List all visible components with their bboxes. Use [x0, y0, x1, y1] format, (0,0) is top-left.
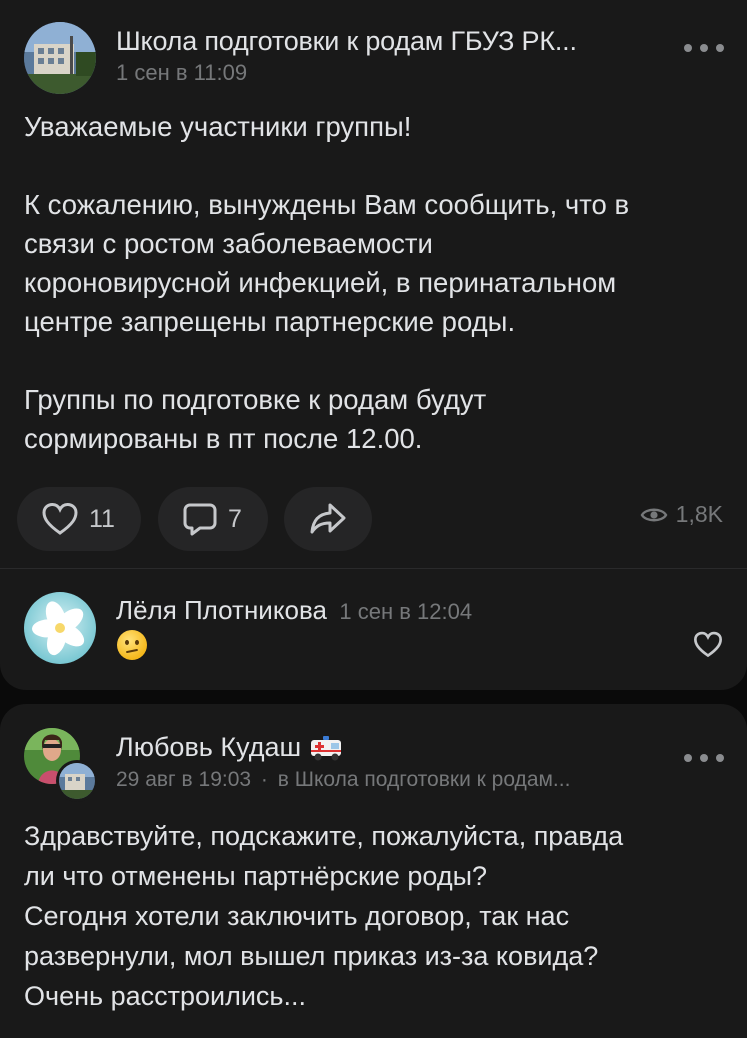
- post2-author[interactable]: Любовь Кудаш: [116, 732, 301, 763]
- post-line: центре запрещены партнерские роды.: [24, 306, 516, 337]
- eye-icon: [640, 508, 668, 521]
- post2-timestamp[interactable]: 29 авг в 19:03: [116, 768, 251, 791]
- post2-source[interactable]: в Школа подготовки к родам...: [278, 768, 571, 791]
- post2-line: Здравствуйте, подскажите, пожалуйста, пр…: [24, 821, 624, 851]
- post-line: Группы по подготовке к родам будут: [24, 384, 487, 415]
- share-button[interactable]: [284, 487, 372, 551]
- post-greeting: Уважаемые участники группы!: [24, 111, 412, 142]
- like-button[interactable]: 11: [17, 487, 141, 551]
- post2-header: Любовь Кудаш: [116, 732, 345, 763]
- post-line: сормированы в пт после 12.00.: [24, 423, 423, 454]
- ambulance-emoji: [311, 735, 342, 760]
- post-timestamp[interactable]: 1 сен в 11:09: [116, 60, 247, 86]
- post2-line: ли что отменены партнёрские роды?: [24, 861, 487, 891]
- comment-count: 7: [228, 504, 242, 533]
- post2-meta: 29 авг в 19:03 · в Школа подготовки к ро…: [116, 768, 570, 792]
- post2-text: Здравствуйте, подскажите, пожалуйста, пр…: [24, 816, 724, 1016]
- post-card: Любовь Кудаш 29 авг в 19:03 · в Школа по…: [0, 704, 747, 1038]
- post-card: Школа подготовки к родам ГБУЗ РК... 1 се…: [0, 0, 747, 690]
- post2-line: Сегодня хотели заключить договор, так на…: [24, 901, 570, 931]
- like-count: 11: [89, 504, 115, 533]
- post-line: короновирусной инфекцией, в перинатально…: [24, 267, 617, 298]
- post2-line: Очень расстроились...: [24, 981, 306, 1011]
- group-mini-avatar[interactable]: [56, 760, 98, 802]
- comment-button[interactable]: 7: [158, 487, 268, 551]
- share-icon: [310, 503, 346, 534]
- post-author[interactable]: Школа подготовки к родам ГБУЗ РК...: [116, 26, 577, 57]
- comment-like-button[interactable]: [693, 631, 723, 663]
- post-text: Уважаемые участники группы! К сожалению,…: [24, 107, 724, 458]
- group-avatar[interactable]: [24, 22, 96, 94]
- post2-line: развернули, мол вышел приказ из-за ковид…: [24, 941, 599, 971]
- more-icon[interactable]: [684, 748, 724, 768]
- comment-author[interactable]: Лёля Плотникова: [116, 595, 327, 625]
- post-line: К сожалению, вынуждены Вам сообщить, что…: [24, 189, 630, 220]
- comment-icon: [183, 503, 217, 536]
- meta-separator: ·: [260, 768, 268, 791]
- commenter-avatar[interactable]: [24, 592, 96, 664]
- divider: [0, 568, 747, 569]
- heart-icon: [694, 631, 722, 658]
- more-icon[interactable]: [684, 38, 724, 58]
- comment-header: Лёля Плотникова 1 сен в 12:04: [116, 595, 472, 626]
- views-counter: 1,8K: [640, 501, 723, 528]
- comment-timestamp[interactable]: 1 сен в 12:04: [339, 599, 472, 624]
- heart-icon: [42, 502, 78, 535]
- views-count: 1,8K: [675, 501, 723, 527]
- confused-face-emoji: [117, 630, 147, 660]
- post-line: связи с ростом заболеваемости: [24, 228, 433, 259]
